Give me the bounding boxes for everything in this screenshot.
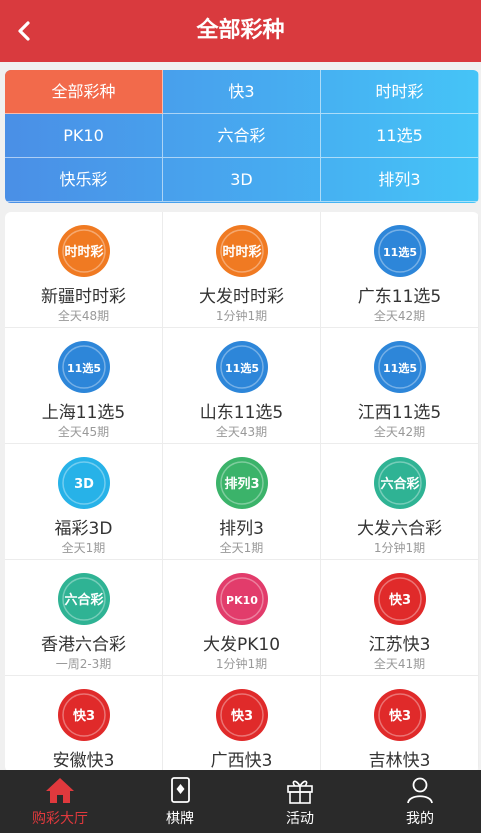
11x5-icon: 11选5 — [374, 225, 426, 277]
lottery-name: 大发PK10 — [202, 635, 281, 655]
category-tab[interactable]: 六合彩 — [163, 114, 321, 158]
icon-label: 3D — [74, 477, 94, 492]
icon-label: 快3 — [73, 708, 95, 724]
lottery-grid: 时时彩 新疆时时彩 全天48期 时时彩 大发时时彩 1分钟1期 11选5 广东11选5 全天42… — [5, 212, 479, 772]
lottery-name: 吉林快3 — [368, 751, 431, 771]
draw-frequency: 1分钟1期 — [373, 541, 426, 555]
category-tab[interactable]: 时时彩 — [321, 70, 479, 114]
lottery-name: 上海11选5 — [41, 403, 126, 423]
k3-icon: 快3 — [216, 689, 268, 741]
draw-frequency: 全天48期 — [57, 309, 110, 323]
nav-label: 棋牌 — [166, 811, 194, 827]
icon-label: 时时彩 — [64, 244, 103, 260]
lottery-name: 山东11选5 — [199, 403, 284, 423]
draw-frequency: 1分钟1期 — [215, 309, 268, 323]
11x5-icon: 11选5 — [58, 341, 110, 393]
icon-label: 排列3 — [224, 476, 259, 492]
lottery-item[interactable]: 快3 广西快3 — [163, 676, 321, 772]
icon-label: 快3 — [231, 708, 253, 724]
category-tab[interactable]: 快乐彩 — [5, 158, 163, 202]
lottery-item[interactable]: 11选5 江西11选5 全天42期 — [321, 328, 479, 444]
lottery-name: 广西快3 — [210, 751, 273, 771]
draw-frequency: 全天42期 — [373, 425, 426, 439]
bottom-tab-bar: 购彩大厅 棋牌 活动 我的 — [0, 770, 481, 833]
draw-frequency: 全天42期 — [373, 309, 426, 323]
icon-label: 快3 — [389, 708, 411, 724]
draw-frequency: 全天1期 — [61, 541, 106, 555]
3d-icon: 3D — [58, 457, 110, 509]
lottery-item[interactable]: 六合彩香港六合彩一周2-3期 — [5, 560, 163, 676]
draw-frequency: 全天43期 — [215, 425, 268, 439]
icon-label: 六合彩 — [380, 476, 419, 492]
nav-item[interactable]: 购彩大厅 — [0, 770, 120, 833]
lottery-item[interactable]: 时时彩新疆时时彩全天48期 — [5, 212, 163, 328]
icon-label: 11选5 — [383, 361, 417, 375]
nav-item[interactable]: 棋牌 — [120, 770, 240, 833]
11x5-icon: 11选5 — [374, 341, 426, 393]
lottery-item[interactable]: 排列3 排列3 全天1期 — [163, 444, 321, 560]
category-tab[interactable]: 3D — [163, 158, 321, 202]
lottery-item[interactable]: 时时彩大发时时彩 1分钟1期 — [163, 212, 321, 328]
page-title: 全部彩种 — [196, 18, 285, 43]
icon-label: 11选5 — [225, 361, 259, 375]
category-tab[interactable]: 排列3 — [321, 158, 479, 202]
category-tab[interactable]: 全部彩种 — [5, 70, 163, 114]
top-header: 全部彩种 — [0, 0, 481, 62]
nav-item[interactable]: 我的 — [360, 770, 480, 833]
icon-label: PK10 — [226, 594, 258, 607]
category-tab[interactable]: PK10 — [5, 114, 163, 158]
draw-frequency: 全天1期 — [219, 541, 264, 555]
category-tab[interactable]: 11选5 — [321, 114, 479, 158]
icon-label: 11选5 — [67, 361, 101, 375]
lottery-name: 大发六合彩 — [357, 519, 442, 539]
lottery-name: 排列3 — [219, 519, 264, 539]
category-tabs: 全部彩种 快3 时时彩 PK10 六合彩 11选5 快乐彩 3D 排列3 — [5, 70, 479, 203]
lottery-item[interactable]: 11选5 山东11选5 全天43期 — [163, 328, 321, 444]
k3-icon: 快3 — [374, 689, 426, 741]
lottery-name: 大发时时彩 — [199, 287, 284, 307]
icon-label: 11选5 — [383, 245, 417, 259]
icon-label: 快3 — [389, 592, 411, 608]
ssc-icon: 时时彩 — [58, 225, 110, 277]
lottery-name: 香港六合彩 — [41, 635, 126, 655]
user-icon — [407, 777, 433, 804]
icon-label: 六合彩 — [64, 592, 103, 608]
lottery-name: 安徽快3 — [52, 751, 115, 771]
lottery-item[interactable]: 快3 江苏快3 全天41期 — [321, 560, 479, 676]
ssc-icon: 时时彩 — [216, 225, 268, 277]
icon-label: 时时彩 — [222, 244, 261, 260]
draw-frequency: 全天41期 — [373, 657, 426, 671]
lhc-icon: 六合彩 — [374, 457, 426, 509]
gift-icon — [287, 780, 313, 804]
lottery-item[interactable]: 3D 福彩3D 全天1期 — [5, 444, 163, 560]
lottery-item[interactable]: 六合彩大发六合彩 1分钟1期 — [321, 444, 479, 560]
draw-frequency: 一周2-3期 — [55, 657, 112, 671]
draw-frequency: 1分钟1期 — [215, 657, 268, 671]
home-icon — [46, 778, 74, 803]
lottery-name: 江苏快3 — [368, 635, 431, 655]
pl3-icon: 排列3 — [216, 457, 268, 509]
lottery-item[interactable]: 11选5 上海11选5 全天45期 — [5, 328, 163, 444]
lottery-name: 福彩3D — [54, 519, 113, 539]
nav-label: 我的 — [406, 811, 434, 827]
nav-item[interactable]: 活动 — [240, 770, 360, 833]
11x5-icon: 11选5 — [216, 341, 268, 393]
k3-icon: 快3 — [374, 573, 426, 625]
pk10-icon: PK10 — [216, 573, 268, 625]
lottery-item[interactable]: 快3 吉林快3 — [321, 676, 479, 772]
lhc-icon: 六合彩 — [58, 573, 110, 625]
nav-label: 活动 — [286, 811, 314, 827]
k3-icon: 快3 — [58, 689, 110, 741]
draw-frequency: 全天45期 — [57, 425, 110, 439]
lottery-name: 广东11选5 — [357, 287, 442, 307]
lottery-name: 江西11选5 — [357, 403, 442, 423]
lottery-name: 新疆时时彩 — [41, 287, 126, 307]
lottery-item[interactable]: 快3 安徽快3 — [5, 676, 163, 772]
category-tab[interactable]: 快3 — [163, 70, 321, 114]
lottery-item[interactable]: 11选5 广东11选5 全天42期 — [321, 212, 479, 328]
cards-icon — [171, 777, 190, 803]
nav-label: 购彩大厅 — [32, 811, 88, 827]
lottery-item[interactable]: PK10 大发PK10 1分钟1期 — [163, 560, 321, 676]
